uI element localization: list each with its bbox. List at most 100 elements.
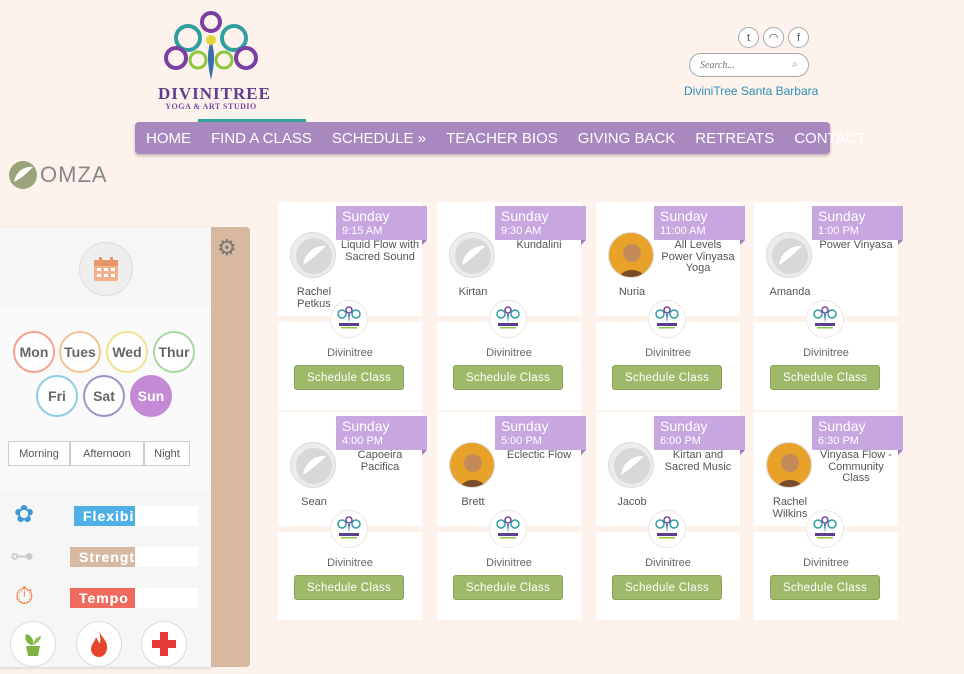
schedule-class-button[interactable]: Schedule Class [770,365,880,390]
day-sat[interactable]: Sat [83,375,125,417]
rss-icon[interactable]: ◠ [763,27,784,48]
flame-icon [91,631,108,657]
teacher-avatar[interactable] [766,442,812,488]
teacher-avatar[interactable] [449,442,495,488]
teacher-name[interactable]: Brett [443,496,503,508]
divinitree-mini-logo-icon [337,306,361,329]
schedule-class-button[interactable]: Schedule Class [612,575,722,600]
studio-name: Divinitree [645,347,691,359]
divinitree-logo[interactable]: DIVINITREE YOGA & ART STUDIO [158,10,270,114]
schedule-class-button[interactable]: Schedule Class [770,575,880,600]
divinitree-mini-logo-icon [655,306,679,329]
studio-logo [489,510,527,548]
class-time: 5:00 PM [501,435,542,447]
calendar-button[interactable] [79,242,133,296]
settings-sidebar[interactable]: ⚙ [211,227,250,667]
location-link[interactable]: DiviniTree Santa Barbara [684,84,818,98]
main-nav: HOME FIND A CLASS SCHEDULE » TEACHER BIO… [135,122,866,154]
gears-icon[interactable]: ⚙ [217,235,237,261]
schedule-class-button[interactable]: Schedule Class [294,365,404,390]
teacher-avatar[interactable] [608,442,654,488]
class-day: Sunday [660,418,708,434]
nav-contact[interactable]: CONTACT [794,130,865,147]
class-name[interactable]: Vinyasa Flow - Community Class [816,449,896,485]
nav-teacher-bios[interactable]: TEACHER BIOS [446,130,558,147]
schedule-class-button[interactable]: Schedule Class [294,575,404,600]
teacher-name[interactable]: Jacob [602,496,662,508]
class-time-ribbon: Sunday 1:00 PM [812,206,903,245]
teacher-avatar[interactable] [766,232,812,278]
twitter-icon[interactable]: t [738,27,759,48]
facebook-icon[interactable]: f [788,27,809,48]
nav-retreats[interactable]: RETREATS [695,130,774,147]
tempo-slider[interactable]: Tempo [70,588,198,608]
studio-logo [330,510,368,548]
day-fri[interactable]: Fri [36,375,78,417]
teacher-avatar[interactable] [290,232,336,278]
class-card: Sunday 11:00 AM All Levels Power Vinyasa… [596,202,745,410]
class-day: Sunday [818,418,866,434]
class-name[interactable]: All Levels Power Vinyasa Yoga [658,239,738,275]
omza-logo: OMZA [8,160,108,190]
nav-home[interactable]: HOME [146,130,191,147]
time-afternoon[interactable]: Afternoon [70,441,144,466]
class-time-ribbon: Sunday 9:30 AM [495,206,586,245]
class-name[interactable]: Capoeira Pacifica [340,449,420,473]
divinitree-mini-logo-icon [496,306,520,329]
class-day: Sunday [660,208,708,224]
studio-logo [806,510,844,548]
schedule-class-button[interactable]: Schedule Class [612,365,722,390]
day-thur[interactable]: Thur [153,331,195,373]
teacher-name[interactable]: Nuria [602,286,662,298]
studio-logo [648,510,686,548]
class-card: Sunday 9:15 AM Liquid Flow with Sacred S… [278,202,427,410]
studio-logo [330,300,368,338]
teacher-photo-icon [777,454,803,487]
nav-schedule[interactable]: SCHEDULE » [332,130,426,147]
class-name[interactable]: Kirtan and Sacred Music [658,449,738,473]
studio-name: Divinitree [486,347,532,359]
class-name[interactable]: Power Vinyasa [816,239,896,252]
teacher-avatar[interactable] [449,232,495,278]
red-cross-button[interactable] [141,621,187,667]
strength-slider[interactable]: Strength [70,547,198,567]
nav-find-a-class[interactable]: FIND A CLASS [211,130,312,147]
default-avatar-icon [296,238,332,274]
default-avatar-icon [455,238,491,274]
class-day: Sunday [501,418,549,434]
nav-giving-back[interactable]: GIVING BACK [578,130,676,147]
class-name[interactable]: Kundalini [499,239,579,252]
teacher-name[interactable]: Sean [284,496,344,508]
dumbbell-icon: ⊶ [10,543,34,570]
studio-name: Divinitree [803,347,849,359]
leaf-pot-button[interactable] [10,621,56,667]
leaf-pot-icon [25,634,41,656]
class-name[interactable]: Eclectic Flow [499,449,579,462]
time-morning[interactable]: Morning [8,441,70,466]
teacher-photo-icon [619,244,645,277]
teacher-avatar[interactable] [608,232,654,278]
class-time: 1:00 PM [818,225,859,237]
studio-logo [648,300,686,338]
day-mon[interactable]: Mon [13,331,55,373]
class-time-ribbon: Sunday 9:15 AM [336,206,427,245]
class-name[interactable]: Liquid Flow with Sacred Sound [340,239,420,263]
teacher-avatar[interactable] [290,442,336,488]
search-icon[interactable]: ⌕ [792,59,798,70]
teacher-name[interactable]: Kirtan [443,286,503,298]
schedule-class-button[interactable]: Schedule Class [453,575,563,600]
flame-button[interactable] [76,621,122,667]
schedule-class-button[interactable]: Schedule Class [453,365,563,390]
class-time: 6:00 PM [660,435,701,447]
day-sun[interactable]: Sun [130,375,172,417]
teacher-name[interactable]: Amanda [760,286,820,298]
time-night[interactable]: Night [144,441,190,466]
day-wed[interactable]: Wed [106,331,148,373]
default-avatar-icon [614,448,650,484]
flexibility-slider[interactable]: Flexibility [74,506,198,526]
search-input[interactable] [689,53,809,77]
class-time-ribbon: Sunday 4:00 PM [336,416,427,455]
day-tues[interactable]: Tues [59,331,101,373]
studio-name: Divinitree [645,557,691,569]
tempo-label: Tempo [79,590,129,606]
